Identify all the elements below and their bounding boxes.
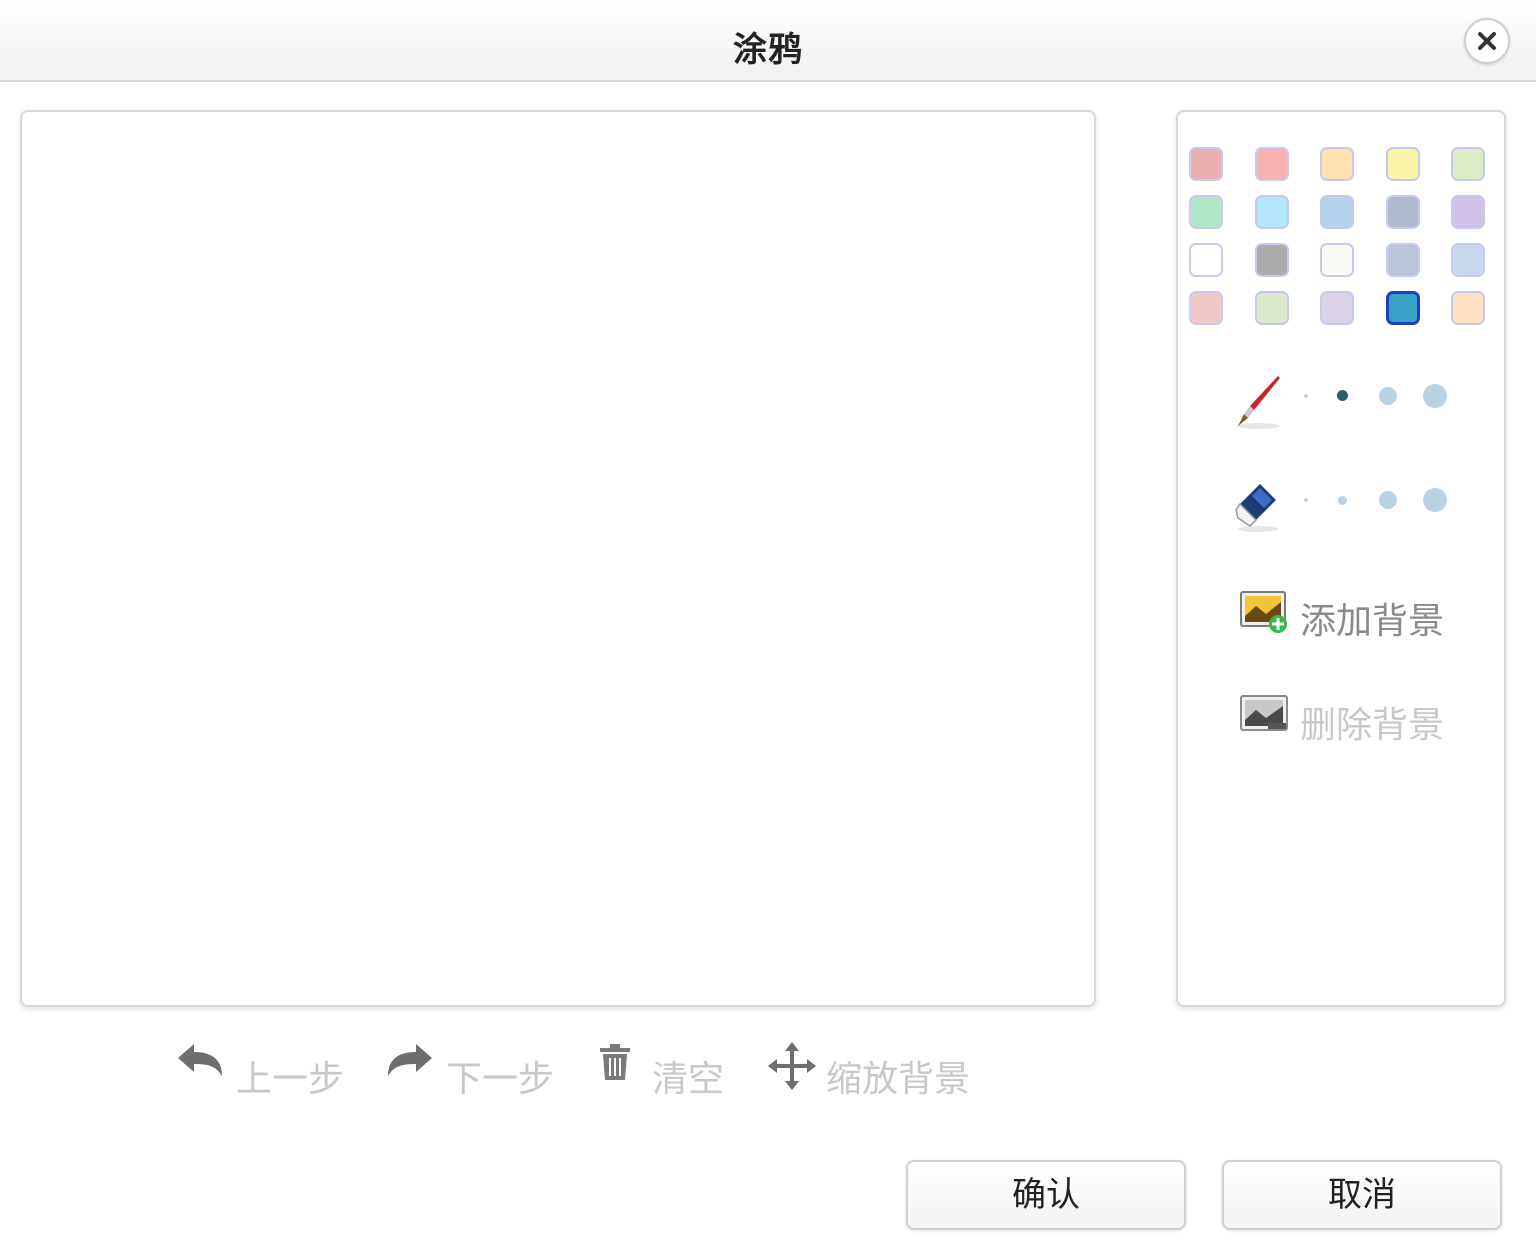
eraser-size-3[interactable] <box>1379 491 1397 509</box>
color-swatch[interactable] <box>1451 147 1485 181</box>
color-swatch[interactable] <box>1320 147 1354 181</box>
color-swatch[interactable] <box>1254 147 1289 181</box>
color-swatch[interactable] <box>1254 291 1289 325</box>
move-arrows-icon <box>768 1042 816 1090</box>
eraser-size-row <box>1178 478 1508 538</box>
undo-label: 上一步 <box>236 1059 345 1100</box>
eraser-size-4[interactable] <box>1423 488 1447 512</box>
delete-background-label: 删除背景 <box>1300 705 1445 746</box>
dialog-title: 涂鸦 <box>733 30 803 70</box>
color-swatch[interactable] <box>1189 291 1223 325</box>
dialog-titlebar: 涂鸦 <box>0 0 1536 82</box>
redo-icon <box>388 1044 432 1076</box>
color-swatch[interactable] <box>1254 195 1289 229</box>
close-icon <box>1478 32 1496 50</box>
color-swatch[interactable] <box>1451 291 1485 325</box>
confirm-button[interactable]: 确认 <box>906 1160 1186 1230</box>
clear-label: 清空 <box>652 1059 725 1100</box>
drawing-canvas[interactable] <box>20 110 1096 1007</box>
color-swatch[interactable] <box>1254 243 1289 277</box>
add-image-icon <box>1240 591 1287 633</box>
add-background-label: 添加背景 <box>1300 601 1445 642</box>
brush-size-1[interactable] <box>1304 394 1308 398</box>
brush-size-4[interactable] <box>1423 384 1447 408</box>
brush-size-3[interactable] <box>1379 387 1397 405</box>
brush-size-row <box>1178 374 1508 434</box>
close-button[interactable] <box>1464 18 1510 64</box>
brush-size-2[interactable] <box>1337 390 1348 401</box>
brush-icon[interactable] <box>1234 374 1286 430</box>
zoom-background-label: 缩放背景 <box>826 1059 971 1100</box>
color-swatch[interactable] <box>1385 291 1420 325</box>
color-swatch[interactable] <box>1320 195 1354 229</box>
trash-icon <box>600 1044 630 1080</box>
color-swatch[interactable] <box>1385 195 1420 229</box>
undo-icon <box>178 1044 222 1076</box>
eraser-icon[interactable] <box>1234 478 1286 534</box>
delete-image-icon <box>1240 695 1288 731</box>
color-swatch[interactable] <box>1385 243 1420 277</box>
color-swatch[interactable] <box>1320 243 1354 277</box>
color-swatch[interactable] <box>1385 147 1420 181</box>
tool-panel: 添加背景 删除背景 <box>1176 110 1506 1007</box>
cancel-button[interactable]: 取消 <box>1222 1160 1502 1230</box>
color-palette <box>1189 147 1489 325</box>
redo-label: 下一步 <box>446 1059 555 1100</box>
color-swatch[interactable] <box>1451 195 1485 229</box>
color-swatch[interactable] <box>1189 147 1223 181</box>
eraser-size-2[interactable] <box>1338 496 1347 505</box>
color-swatch[interactable] <box>1189 195 1223 229</box>
eraser-size-1[interactable] <box>1304 498 1308 502</box>
color-swatch[interactable] <box>1451 243 1485 277</box>
color-swatch[interactable] <box>1189 243 1223 277</box>
color-swatch[interactable] <box>1320 291 1354 325</box>
